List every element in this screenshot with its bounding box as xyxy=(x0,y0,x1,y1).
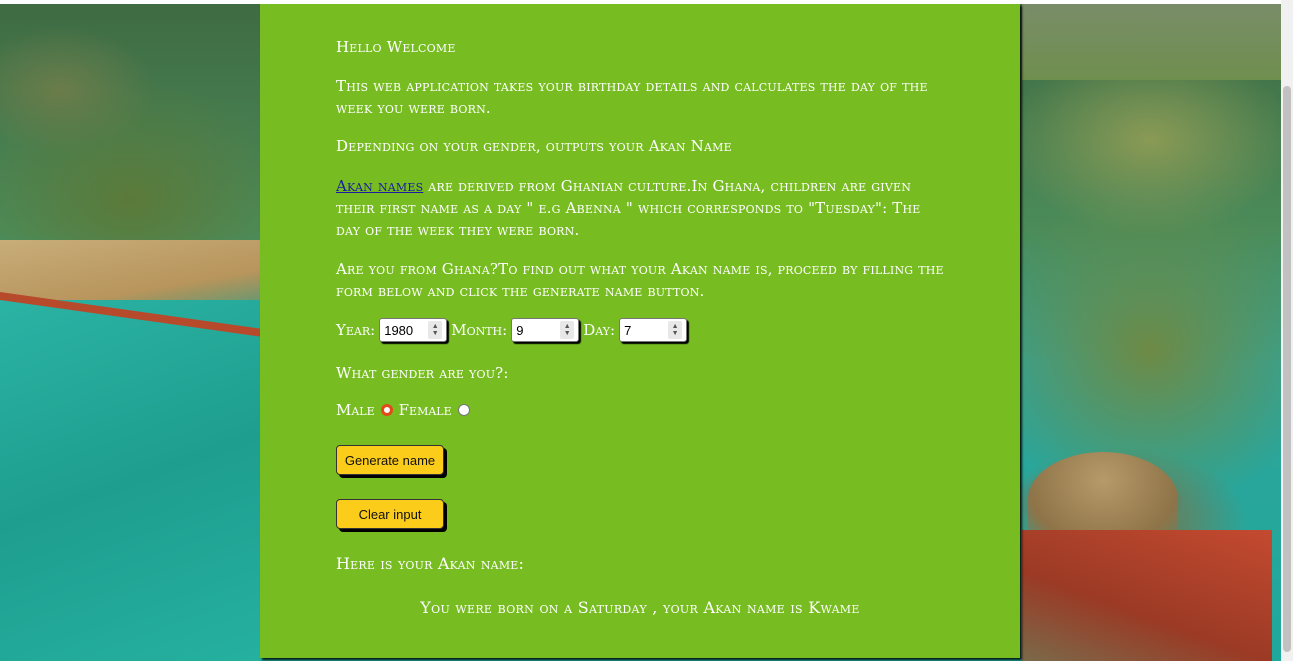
main-panel: Hello Welcome This web application takes… xyxy=(260,4,1020,658)
day-input[interactable]: 7 ▲ ▼ xyxy=(619,318,688,342)
gender-row: Male Female xyxy=(336,401,476,419)
page-scrollbar[interactable] xyxy=(1281,0,1293,661)
akan-names-link[interactable]: Akan names xyxy=(336,177,423,195)
intro-paragraph-2: Depending on your gender, outputs your A… xyxy=(336,137,732,155)
background-village xyxy=(1022,0,1281,80)
background-deck xyxy=(1022,530,1272,661)
date-row: Year: 1980 ▲ ▼ Month: 9 ▲ ▼ Day: 7 ▲ ▼ xyxy=(336,318,691,342)
female-radio[interactable] xyxy=(457,404,470,416)
gender-question: What gender are you?: xyxy=(336,364,509,382)
intro-paragraph-1: This web application takes your birthday… xyxy=(336,77,928,117)
year-input[interactable]: 1980 ▲ ▼ xyxy=(379,318,448,342)
background-water xyxy=(0,300,262,661)
month-label: Month: xyxy=(451,321,508,339)
clear-input-button[interactable]: Clear input xyxy=(336,499,444,529)
day-label: Day: xyxy=(583,321,616,339)
result-heading: Here is your Akan name: xyxy=(336,554,525,573)
day-value: 7 xyxy=(624,322,632,338)
male-label: Male xyxy=(336,401,375,419)
result-text: You were born on a Saturday , your Akan … xyxy=(420,598,860,617)
female-label: Female xyxy=(398,401,452,419)
year-value: 1980 xyxy=(384,322,414,338)
intro-paragraph-3: Akan names are derived from Ghanian cult… xyxy=(336,175,948,241)
year-label: Year: xyxy=(336,321,376,339)
scrollbar-thumb[interactable] xyxy=(1283,86,1291,652)
male-radio[interactable] xyxy=(380,404,393,416)
intro-paragraph-4: Are you from Ghana?To find out what your… xyxy=(336,260,944,300)
intro-paragraph-3-text: are derived from Ghanian culture.In Ghan… xyxy=(336,177,921,239)
generate-name-button[interactable]: Generate name xyxy=(336,445,444,475)
welcome-heading: Hello Welcome xyxy=(336,38,456,56)
year-spinner-icon[interactable]: ▲ ▼ xyxy=(428,321,443,339)
month-value: 9 xyxy=(516,322,524,338)
day-spinner-icon[interactable]: ▲ ▼ xyxy=(668,321,683,339)
month-input[interactable]: 9 ▲ ▼ xyxy=(511,318,580,342)
month-spinner-icon[interactable]: ▲ ▼ xyxy=(560,321,575,339)
